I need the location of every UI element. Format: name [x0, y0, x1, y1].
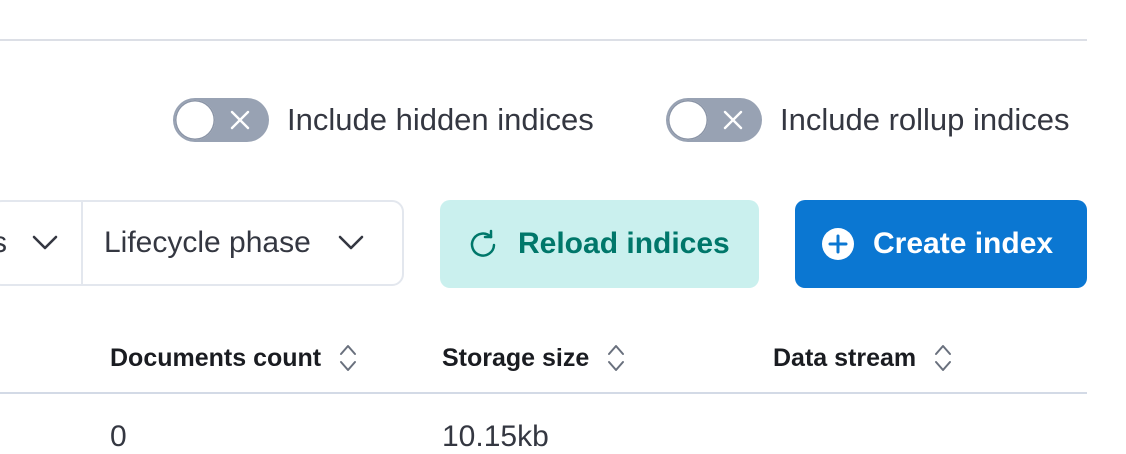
column-header-storage-size[interactable]: Storage size [442, 338, 629, 378]
column-header-label: Storage size [442, 343, 590, 372]
column-header-label: Documents count [110, 343, 322, 372]
reload-indices-label: Reload indices [518, 227, 730, 260]
filter-group: s Lifecycle phase [0, 200, 404, 286]
status-filter-button[interactable]: s [0, 202, 81, 284]
create-index-button[interactable]: Create index [795, 200, 1087, 288]
cell-storage-size: 10.15kb [442, 420, 549, 453]
column-header-documents-count[interactable]: Documents count [110, 338, 361, 378]
chevron-down-icon [338, 235, 364, 250]
rollup-indices-label: Include rollup indices [780, 102, 1070, 137]
sort-icon [340, 345, 357, 371]
lifecycle-phase-label: Lifecycle phase [104, 226, 311, 259]
hidden-indices-toggle-row: Include hidden indices [173, 98, 594, 142]
create-index-label: Create index [873, 227, 1054, 260]
status-filter-label: s [0, 226, 7, 260]
close-icon [723, 110, 743, 130]
lifecycle-phase-filter-button[interactable]: Lifecycle phase [83, 202, 402, 284]
sort-icon [608, 345, 625, 371]
sort-icon [935, 345, 952, 371]
refresh-icon [470, 229, 496, 257]
column-header-data-stream[interactable]: Data stream [773, 338, 956, 378]
column-header-label: Data stream [773, 343, 917, 372]
close-icon [230, 110, 250, 130]
rollup-indices-toggle-row: Include rollup indices [666, 98, 1070, 142]
switch-knob [668, 100, 708, 140]
reload-indices-button[interactable]: Reload indices [440, 200, 759, 288]
hidden-indices-label: Include hidden indices [287, 102, 594, 137]
hidden-indices-switch[interactable] [173, 98, 269, 142]
rollup-indices-switch[interactable] [666, 98, 762, 142]
plus-circle-icon [822, 228, 854, 260]
table-header-divider [0, 392, 1087, 394]
chevron-down-icon [32, 235, 58, 250]
cell-documents-count: 0 [110, 420, 127, 453]
top-divider [0, 39, 1087, 41]
switch-knob [175, 100, 215, 140]
